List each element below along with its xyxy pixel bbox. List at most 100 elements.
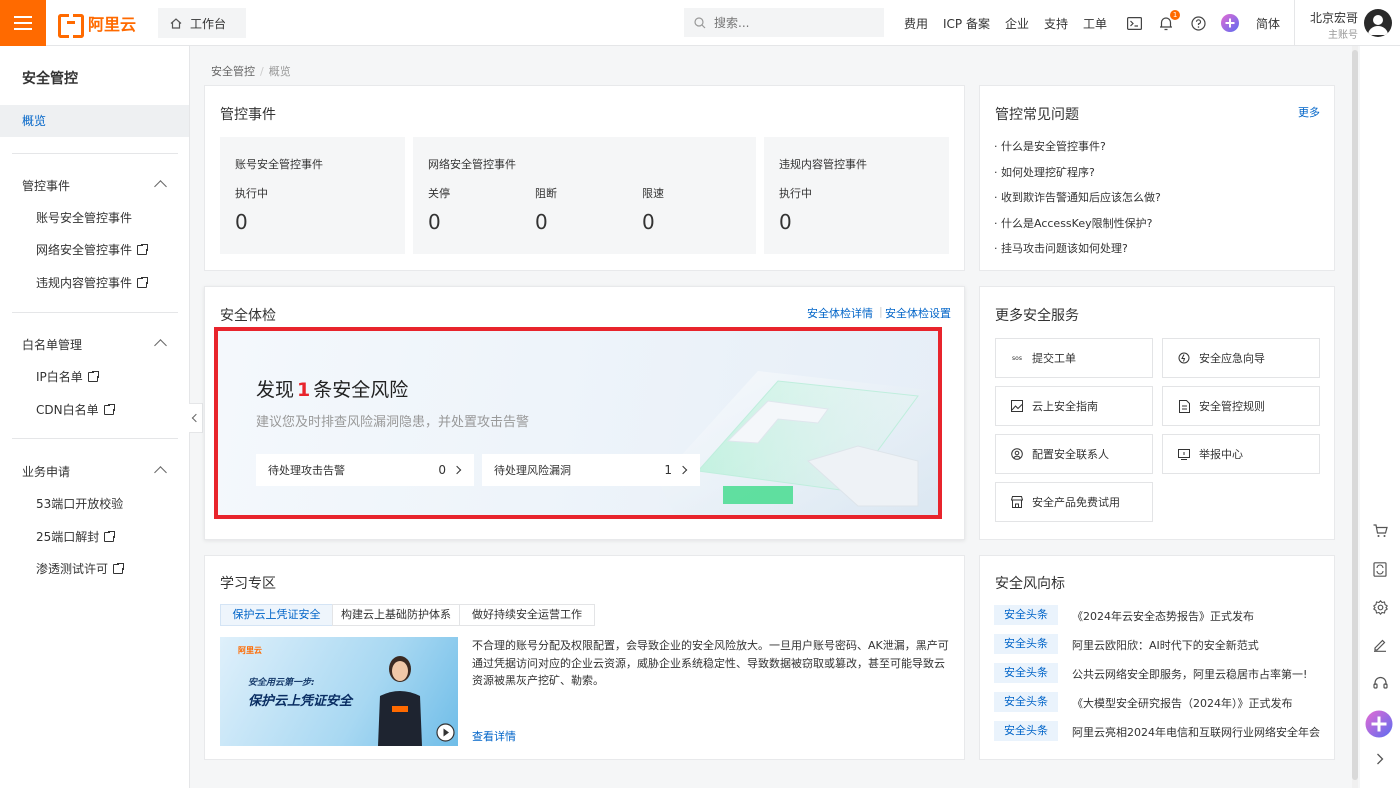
nav-icp[interactable]: ICP 备案 <box>943 15 990 32</box>
sidebar-group-events[interactable]: 管控事件 <box>22 177 70 194</box>
chevron-up-icon[interactable] <box>154 180 167 193</box>
service-submit-ticket[interactable]: sos 提交工单 <box>995 338 1153 378</box>
view-details-link[interactable]: 查看详情 <box>472 728 516 744</box>
service-free-trial[interactable]: 安全产品免费试用 <box>995 482 1153 522</box>
sidebar-divider <box>12 438 178 439</box>
nav-enterprise[interactable]: 企业 <box>1005 15 1029 32</box>
faq-item[interactable]: · 如何处理挖矿程序? <box>994 164 1095 180</box>
faq-item-text: 什么是AccessKey限制性保护? <box>1001 217 1153 230</box>
page-scrollbar[interactable] <box>1352 46 1358 788</box>
pending-vulns-value: 1 <box>664 463 672 477</box>
account-events-box[interactable]: 账号安全管控事件 执行中 0 <box>220 137 405 254</box>
top-bar: 阿里云 工作台 费用 ICP 备案 企业 支持 工单 1 简体 北京宏哥 主账号 <box>0 0 1400 46</box>
risk-subtitle: 建议您及时排查风险漏洞隐患，并处置攻击告警 <box>256 415 530 430</box>
search-box[interactable] <box>684 8 884 37</box>
account-events-value: 0 <box>235 210 248 234</box>
sync-icon[interactable] <box>1371 560 1389 578</box>
assistant-plus-icon[interactable] <box>1365 710 1393 738</box>
play-icon[interactable] <box>436 723 455 742</box>
bell-icon[interactable]: 1 <box>1157 10 1181 32</box>
services-title: 更多安全服务 <box>995 308 1079 324</box>
nav-billing[interactable]: 费用 <box>904 15 928 32</box>
news-item[interactable]: 公共云网络安全即服务，阿里云稳居市占率第一! <box>1072 666 1307 682</box>
sidebar-item-pentest[interactable]: 渗透测试许可 <box>36 560 126 577</box>
faq-more-link[interactable]: 更多 <box>1298 104 1320 120</box>
news-tag: 安全头条 <box>994 605 1058 625</box>
security-check-detail-link[interactable]: 安全体检详情 <box>807 305 873 321</box>
thumb-line-1: 安全用云第一步: <box>248 678 315 688</box>
pending-alerts-label: 待处理攻击告警 <box>268 464 345 477</box>
sidebar-item-network-events[interactable]: 网络安全管控事件 <box>36 241 150 258</box>
news-item[interactable]: 《2024年云安全态势报告》正式发布 <box>1072 608 1254 624</box>
learning-description: 不合理的账号分配及权限配置，会导致企业的安全风险放大。一旦用户账号密码、AK泄漏… <box>472 639 949 687</box>
learning-video-thumbnail[interactable]: 阿里云 安全用云第一步: 保护云上凭证安全 <box>220 637 458 746</box>
sidebar-group-whitelist[interactable]: 白名单管理 <box>22 336 82 353</box>
news-item[interactable]: 阿里云欧阳欣：AI时代下的安全新范式 <box>1072 637 1259 653</box>
faq-item-text: 什么是安全管控事件? <box>1001 140 1106 153</box>
service-security-contact[interactable]: 配置安全联系人 <box>995 434 1153 474</box>
breadcrumb-root[interactable]: 安全管控 <box>211 65 255 78</box>
language-switch[interactable]: 简体 <box>1256 15 1280 32</box>
sidebar-item-cdn-whitelist[interactable]: CDN白名单 <box>36 401 116 418</box>
user-role: 主账号 <box>1328 30 1358 41</box>
gear-icon[interactable] <box>1371 598 1389 616</box>
sidebar-item-content-events[interactable]: 违规内容管控事件 <box>36 274 150 291</box>
news-item[interactable]: 《大模型安全研究报告（2024年）》正式发布 <box>1072 695 1293 711</box>
service-emergency-guide[interactable]: 安全应急向导 <box>1162 338 1320 378</box>
faq-item-text: 如何处理挖矿程序? <box>1001 166 1095 179</box>
network-events-box[interactable]: 网络安全管控事件 关停 0 阻断 0 限速 0 <box>413 137 756 254</box>
learning-card: 学习专区 保护云上凭证安全 构建云上基础防护体系 做好持续安全运营工作 阿里云 … <box>204 555 965 760</box>
headset-icon[interactable] <box>1371 674 1389 692</box>
aliyun-logo[interactable]: 阿里云 <box>58 12 136 38</box>
search-input[interactable] <box>714 15 864 30</box>
news-card: 安全风向标 安全头条 《2024年云安全态势报告》正式发布 安全头条 阿里云欧阳… <box>979 555 1335 760</box>
sidebar-collapse-button[interactable] <box>189 403 203 433</box>
terminal-icon[interactable] <box>1125 14 1143 32</box>
service-report-center[interactable]: 举报中心 <box>1162 434 1320 474</box>
edit-icon[interactable] <box>1371 636 1389 654</box>
faq-title: 管控常见问题 <box>995 107 1079 123</box>
tab-credential-security[interactable]: 保护云上凭证安全 <box>220 604 333 626</box>
sidebar-item-port25[interactable]: 25端口解封 <box>36 528 117 545</box>
chevron-up-icon[interactable] <box>154 466 167 479</box>
scrollbar-thumb[interactable] <box>1352 50 1358 780</box>
sidebar-divider <box>12 312 178 313</box>
tab-security-operations[interactable]: 做好持续安全运营工作 <box>459 604 595 626</box>
service-label: 云上安全指南 <box>1032 400 1098 413</box>
pending-vulns-button[interactable]: 待处理风险漏洞 1 <box>482 454 700 486</box>
service-label: 安全应急向导 <box>1199 352 1265 365</box>
user-menu[interactable]: 北京宏哥 主账号 <box>1294 0 1400 46</box>
tab-basic-protection[interactable]: 构建云上基础防护体系 <box>332 604 460 626</box>
workbench-button[interactable]: 工作台 <box>158 8 246 38</box>
shop-icon <box>1010 495 1024 509</box>
news-item[interactable]: 阿里云亮相2024年电信和互联网行业网络安全年会 <box>1072 724 1320 740</box>
service-control-rules[interactable]: 安全管控规则 <box>1162 386 1320 426</box>
chevron-right-icon[interactable] <box>1371 750 1389 768</box>
nav-support[interactable]: 支持 <box>1044 15 1068 32</box>
risk-banner: 发现 1 条安全风险 建议您及时排查风险漏洞隐患，并处置攻击告警 待处理攻击告警 0… <box>214 327 942 519</box>
events-title: 管控事件 <box>220 107 276 123</box>
nav-ticket[interactable]: 工单 <box>1083 15 1107 32</box>
help-icon[interactable] <box>1189 14 1207 32</box>
content-events-box[interactable]: 违规内容管控事件 执行中 0 <box>764 137 949 254</box>
sidebar-item-port53[interactable]: 53端口开放校验 <box>36 495 123 512</box>
network-shutdown-label: 关停 <box>428 187 450 200</box>
faq-item[interactable]: · 挂马攻击问题该如何处理? <box>994 240 1128 256</box>
plus-circle-icon[interactable] <box>1221 14 1240 32</box>
chevron-right-icon <box>452 465 462 475</box>
pending-alerts-button[interactable]: 待处理攻击告警 0 <box>256 454 474 486</box>
service-cloud-guide[interactable]: 云上安全指南 <box>995 386 1153 426</box>
sidebar-item-ip-whitelist[interactable]: IP白名单 <box>36 368 100 385</box>
menu-button[interactable] <box>0 0 46 46</box>
security-check-settings-link[interactable]: 安全体检设置 <box>885 305 951 321</box>
sidebar-group-business[interactable]: 业务申请 <box>22 463 70 480</box>
faq-item[interactable]: · 什么是AccessKey限制性保护? <box>994 215 1152 231</box>
faq-item[interactable]: · 什么是安全管控事件? <box>994 138 1106 154</box>
network-events-title: 网络安全管控事件 <box>428 158 516 171</box>
sidebar-item-account-events[interactable]: 账号安全管控事件 <box>36 209 132 226</box>
sidebar-item-overview[interactable]: 概览 <box>0 105 189 137</box>
chevron-up-icon[interactable] <box>154 339 167 352</box>
faq-item[interactable]: · 收到欺诈告警通知后应该怎么做? <box>994 189 1161 205</box>
cart-icon[interactable] <box>1371 522 1389 540</box>
service-label: 安全管控规则 <box>1199 400 1265 413</box>
